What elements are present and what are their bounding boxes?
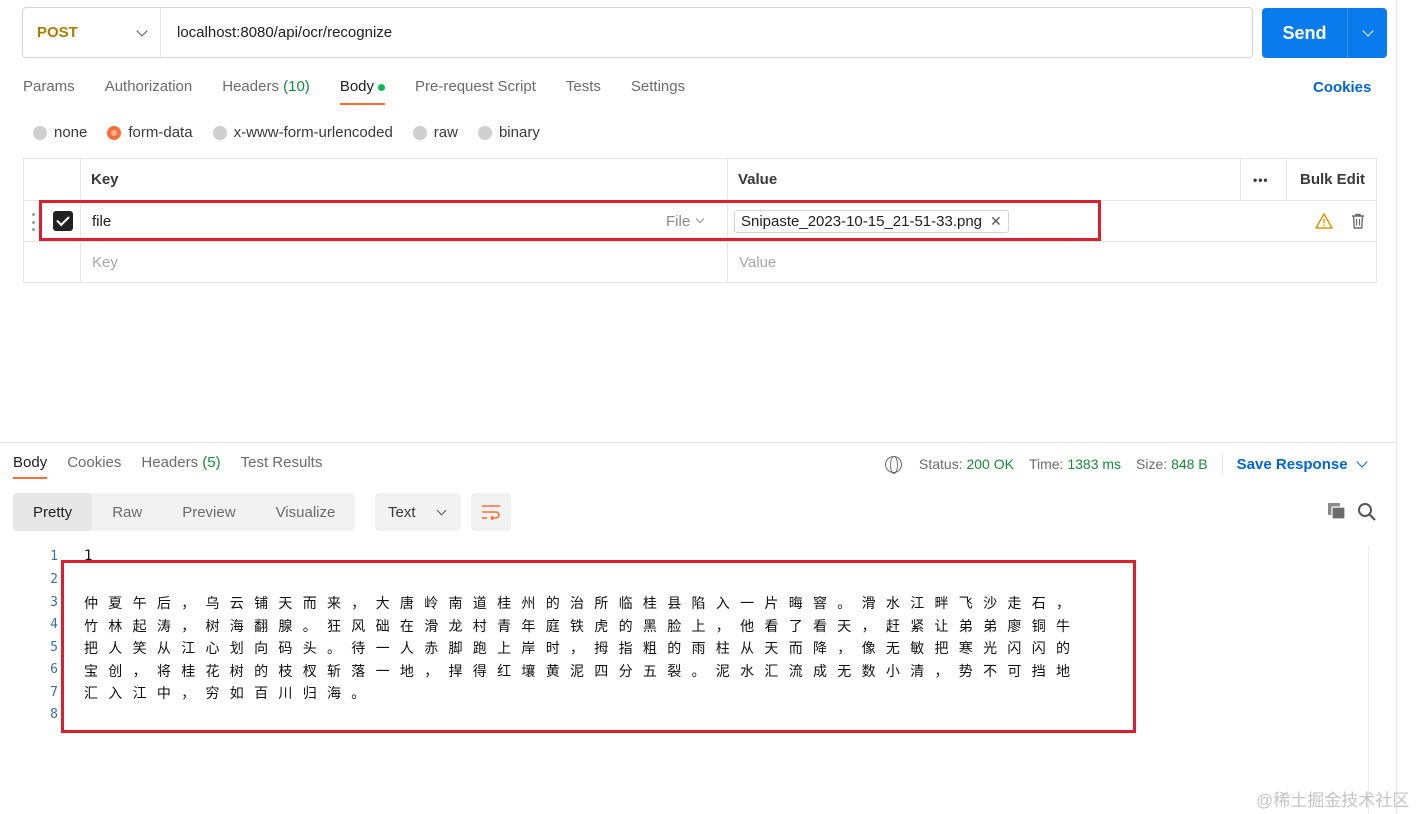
status-label: Status: [919,456,963,472]
radio-circle-icon [212,125,227,140]
size-value: 848 B [1171,456,1208,472]
line-number: 7 [50,685,58,700]
send-options-button[interactable] [1348,25,1387,37]
send-label: Send [1282,22,1327,43]
bulk-edit-button[interactable]: Bulk Edit [1300,159,1365,200]
meta-divider [1221,454,1223,474]
line-number: 4 [50,617,58,632]
status-value: 200 OK [966,456,1014,472]
globe-icon[interactable] [885,455,902,474]
size: Size: 848 B [1136,456,1208,472]
response-headers-label: Headers [141,454,199,471]
tab-response-headers[interactable]: Headers (5) [141,454,220,479]
request-tabs: Params Authorization Headers (10) Body P… [23,78,715,105]
url-bar: POST localhost:8080/api/ocr/recognize [22,7,1253,58]
column-divider [1240,159,1241,201]
radio-urlencoded-label: x-www-form-urlencoded [233,124,393,141]
line-number: 8 [50,707,58,722]
table-row-empty: Key Value [24,242,1376,283]
tab-response-body[interactable]: Body [13,454,48,479]
time: Time: 1383 ms [1029,456,1121,472]
tab-settings[interactable]: Settings [631,78,685,105]
view-pretty[interactable]: Pretty [13,493,93,531]
vertical-scrollbar[interactable] [1368,546,1388,814]
method-label: POST [37,24,78,41]
wrap-lines-icon [482,505,500,520]
time-value: 1383 ms [1067,456,1122,472]
pane-divider[interactable] [0,442,1396,443]
line-number: 1 [50,549,58,564]
line-number: 5 [50,640,58,655]
chevron-down-icon [436,505,447,515]
chevron-down-icon [1361,25,1374,37]
delete-icon[interactable] [1351,201,1365,241]
highlight-box-response [61,560,1136,733]
radio-circle-icon [412,125,427,140]
radio-form-data-label: form-data [128,124,193,141]
warning-icon[interactable] [1315,201,1333,241]
tab-body[interactable]: Body [339,78,386,105]
watermark: @稀土掘金技术社区 [1256,791,1410,810]
method-select[interactable]: POST [23,8,161,57]
tab-prerequest[interactable]: Pre-request Script [415,78,536,105]
radio-none[interactable]: none [33,124,87,141]
tab-tests[interactable]: Tests [566,78,601,105]
radio-raw-label: raw [433,124,458,141]
radio-binary-label: binary [498,124,540,141]
format-select[interactable]: Text [375,493,461,531]
radio-urlencoded[interactable]: x-www-form-urlencoded [212,124,393,141]
copy-icon[interactable] [1327,502,1346,520]
radio-form-data[interactable]: form-data [107,124,193,141]
size-label: Size: [1136,456,1168,472]
value-column-header: Value [738,171,778,188]
view-mode-group: Pretty Raw Preview Visualize [13,493,356,531]
table-header-row: Key Value ••• Bulk Edit [24,159,1376,201]
search-icon[interactable] [1357,502,1377,522]
chevron-down-icon [1355,456,1368,468]
cookies-link[interactable]: Cookies [1313,79,1371,96]
radio-circle-icon [477,125,492,140]
key-column-header: Key [91,171,119,188]
highlight-box-file-row [39,200,1101,241]
radio-circle-icon [33,125,47,140]
view-raw[interactable]: Raw [92,493,162,531]
time-label: Time: [1028,456,1064,472]
body-type-radios: none form-data x-www-form-urlencoded raw… [33,124,560,141]
send-button[interactable]: Send [1262,8,1387,58]
tab-authorization[interactable]: Authorization [105,78,193,105]
radio-none-label: none [54,124,88,141]
status: Status: 200 OK [919,456,1014,472]
url-input[interactable]: localhost:8080/api/ocr/recognize [161,24,1252,41]
new-value-input[interactable]: Value [739,242,776,283]
more-options-icon[interactable]: ••• [1253,159,1269,200]
radio-binary[interactable]: binary [477,124,540,141]
new-key-input[interactable]: Key [92,242,118,283]
response-tabs: Body Cookies Headers (5) Test Results [13,454,342,479]
column-divider [1286,159,1287,201]
tab-headers[interactable]: Headers (10) [222,78,310,105]
headers-count: (10) [283,78,310,95]
line-number: 3 [50,595,58,610]
response-headers-count: (5) [202,454,221,471]
window-edge [1396,0,1397,814]
chevron-down-icon [136,24,148,37]
tab-params[interactable]: Params [23,78,75,105]
line-number: 2 [50,572,58,587]
save-response-label: Save Response [1236,455,1348,473]
line-number: 6 [50,662,58,677]
format-label: Text [388,503,416,521]
response-meta: Status: 200 OK Time: 1383 ms Size: 848 B… [885,454,1368,474]
radio-raw[interactable]: raw [412,124,458,141]
wrap-lines-button[interactable] [471,493,511,531]
view-visualize[interactable]: Visualize [256,493,356,531]
tab-test-results[interactable]: Test Results [241,454,323,479]
tab-headers-label: Headers [222,78,279,95]
drag-handle-icon[interactable] [32,213,36,231]
tab-body-label: Body [339,78,375,95]
view-preview[interactable]: Preview [162,493,255,531]
tab-response-cookies[interactable]: Cookies [67,454,121,479]
body-active-dot [378,83,386,91]
save-response-button[interactable]: Save Response [1236,455,1368,473]
radio-selected-icon [107,125,122,140]
